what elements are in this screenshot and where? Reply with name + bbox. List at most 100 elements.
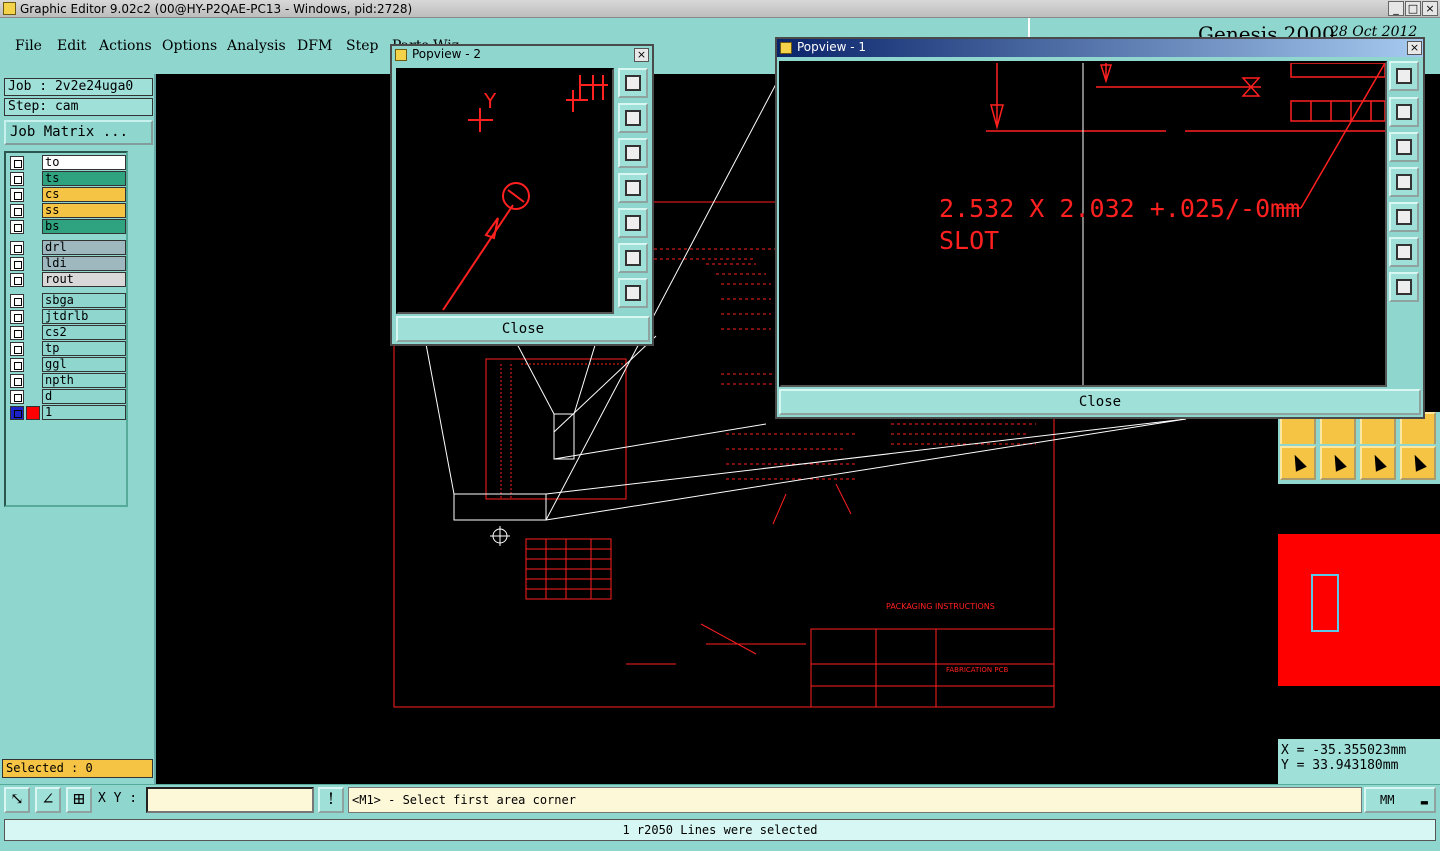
popview-icon [395, 49, 407, 61]
select-net-tool-icon[interactable] [1360, 446, 1396, 480]
status-bar: 1 r2050 Lines were selected [0, 814, 1440, 851]
popview-2-view[interactable]: Y [396, 68, 614, 314]
zoom-in-icon[interactable] [618, 243, 648, 273]
layer-item[interactable]: ts [8, 171, 126, 186]
maximize-button[interactable]: □ [1405, 1, 1421, 16]
popview-1-close-icon[interactable]: × [1407, 41, 1422, 55]
layer-item[interactable]: npth [8, 373, 126, 388]
layer-item[interactable]: ggl [8, 357, 126, 372]
layer-name[interactable]: 1 [42, 405, 126, 420]
units-select[interactable]: MM ▬ [1364, 787, 1436, 813]
alert-icon[interactable]: ! [318, 787, 344, 813]
layer-checkbox[interactable] [10, 342, 24, 356]
layer-checkbox[interactable] [10, 326, 24, 340]
layer-item[interactable]: tp [8, 341, 126, 356]
popview-2-close-button[interactable]: Close [396, 316, 650, 342]
popview-2-close-icon[interactable]: × [634, 48, 649, 62]
popview-1-window: Popview - 1 × 2.532 X 2.032 +.025/-0mm S… [775, 37, 1425, 419]
layer-checkbox[interactable] [10, 406, 24, 420]
layer-name[interactable]: rout [42, 272, 126, 287]
layer-name[interactable]: cs [42, 187, 126, 202]
popview-2-titlebar: Popview - 2 [392, 46, 652, 64]
layer-checkbox[interactable] [10, 204, 24, 218]
layer-checkbox[interactable] [10, 156, 24, 170]
popview-1-title: Popview - 1 [797, 40, 866, 54]
layer-checkbox[interactable] [10, 220, 24, 234]
layer-checkbox[interactable] [10, 241, 24, 255]
zoom-fit-icon[interactable] [1389, 61, 1419, 91]
menu-actions[interactable]: Actions [99, 38, 152, 54]
overview-map[interactable] [1278, 534, 1440, 686]
xy-input[interactable] [146, 787, 314, 813]
layer-checkbox[interactable] [10, 310, 24, 324]
minimize-button[interactable]: _ [1388, 1, 1404, 16]
popview-1-close-button[interactable]: Close [779, 389, 1421, 415]
menu-options[interactable]: Options [162, 38, 217, 54]
layer-item[interactable]: jtdrlb [8, 309, 126, 324]
layer-color-swatch [26, 406, 40, 420]
select-connected-tool-icon[interactable] [1400, 446, 1436, 480]
layer-checkbox[interactable] [10, 294, 24, 308]
layer-item[interactable]: bs [8, 219, 126, 234]
xy-label: X Y : [98, 791, 138, 806]
menu-dfm[interactable]: DFM [297, 38, 332, 54]
layer-item[interactable]: cs2 [8, 325, 126, 340]
pan-left-icon[interactable] [1389, 167, 1419, 197]
layer-item[interactable]: rout [8, 272, 126, 287]
overview-viewport[interactable] [1311, 574, 1339, 632]
layer-name[interactable]: ldi [42, 256, 126, 271]
pan-down-icon[interactable] [618, 138, 648, 168]
popview-1-view[interactable]: 2.532 X 2.032 +.025/-0mm SLOT [779, 61, 1387, 387]
pan-up-icon[interactable] [1389, 97, 1419, 127]
popview-2-title: Popview - 2 [412, 47, 481, 61]
layer-checkbox[interactable] [10, 390, 24, 404]
pan-right-icon[interactable] [1389, 202, 1419, 232]
menu-step[interactable]: Step [346, 38, 378, 54]
layer-checkbox[interactable] [10, 257, 24, 271]
zoom-fit-icon[interactable] [618, 68, 648, 98]
layer-checkbox[interactable] [10, 374, 24, 388]
zoom-out-icon[interactable] [618, 278, 648, 308]
select-box-tool-icon[interactable] [1320, 446, 1356, 480]
layer-checkbox[interactable] [10, 273, 24, 287]
layer-name[interactable]: ts [42, 171, 126, 186]
layer-item[interactable]: ldi [8, 256, 126, 271]
layer-item[interactable]: cs [8, 187, 126, 202]
layer-name[interactable]: drl [42, 240, 126, 255]
layer-name[interactable]: sbga [42, 293, 126, 308]
layer-item[interactable]: drl [8, 240, 126, 255]
menu-file[interactable]: File [15, 38, 42, 54]
layer-name[interactable]: to [42, 155, 126, 170]
menu-analysis[interactable]: Analysis [227, 38, 286, 54]
layer-name[interactable]: bs [42, 219, 126, 234]
pan-right-icon[interactable] [618, 208, 648, 238]
zoom-out-icon[interactable] [1389, 272, 1419, 302]
select-tool-icon[interactable] [1280, 446, 1316, 480]
pan-down-icon[interactable] [1389, 132, 1419, 162]
layer-name[interactable]: tp [42, 341, 126, 356]
pan-up-icon[interactable] [618, 103, 648, 133]
layer-item[interactable]: to [8, 155, 126, 170]
zoom-in-icon[interactable] [1389, 237, 1419, 267]
layer-name[interactable]: jtdrlb [42, 309, 126, 324]
layer-checkbox[interactable] [10, 358, 24, 372]
layer-checkbox[interactable] [10, 172, 24, 186]
layer-name[interactable]: d [42, 389, 126, 404]
layer-name[interactable]: npth [42, 373, 126, 388]
menu-edit[interactable]: Edit [57, 38, 86, 54]
layer-item[interactable]: ss [8, 203, 126, 218]
layer-name[interactable]: ss [42, 203, 126, 218]
close-button[interactable]: × [1422, 1, 1438, 16]
layer-name[interactable]: cs2 [42, 325, 126, 340]
measure-icon[interactable]: ∠ [35, 787, 61, 813]
layer-item[interactable]: sbga [8, 293, 126, 308]
layer-item[interactable]: 1 [8, 405, 126, 420]
layer-name[interactable]: ggl [42, 357, 126, 372]
layer-checkbox[interactable] [10, 188, 24, 202]
zoom-area-icon[interactable]: ⤡ [4, 787, 30, 813]
grid-icon[interactable]: ⊞ [66, 787, 92, 813]
job-matrix-button[interactable]: Job Matrix ... [4, 120, 153, 145]
layer-list: to ts cs ss bs drl ldi rout sbga jtdrlb … [4, 151, 128, 507]
pan-left-icon[interactable] [618, 173, 648, 203]
layer-item[interactable]: d [8, 389, 126, 404]
